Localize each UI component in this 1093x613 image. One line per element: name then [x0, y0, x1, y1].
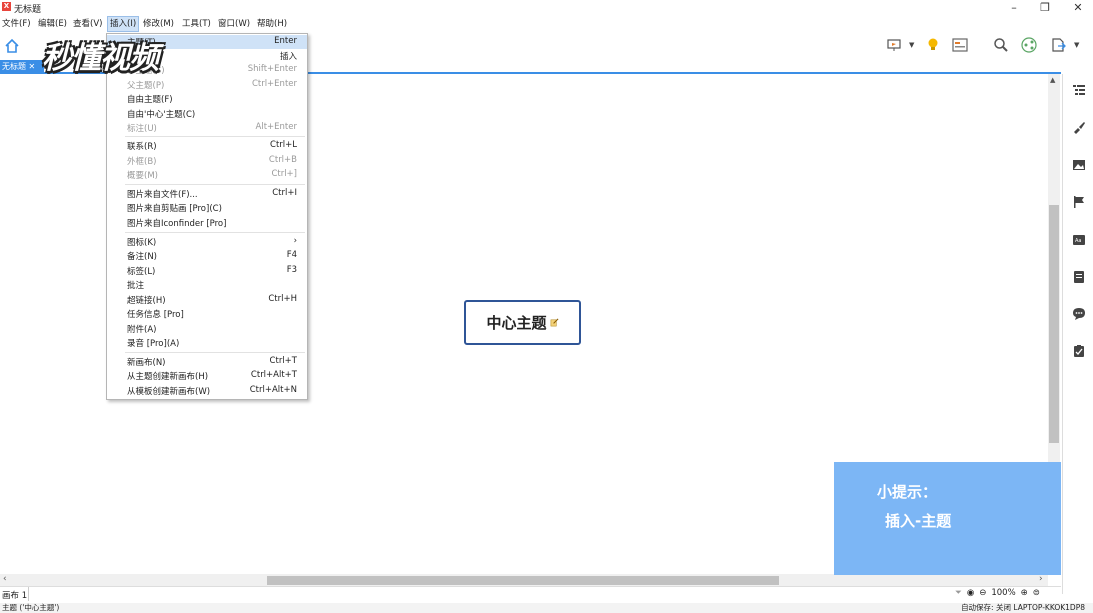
edit-note-icon[interactable]: [550, 318, 559, 327]
menu-view[interactable]: 查看(V): [71, 17, 104, 31]
menu-item-comments[interactable]: 批注: [107, 278, 307, 292]
sheet-tab[interactable]: 画布 1: [2, 589, 27, 601]
bottom-bar: [0, 586, 1061, 604]
central-topic[interactable]: 中心主题: [464, 300, 581, 345]
menu-item-attachment[interactable]: 附件(A): [107, 322, 307, 336]
comment-icon[interactable]: [1072, 307, 1086, 321]
menu-item-relationship[interactable]: 联系(R) Ctrl+L: [107, 139, 307, 153]
menu-window[interactable]: 窗口(W): [216, 17, 252, 31]
menu-item-image-clipart[interactable]: 图片来自剪贴画 [Pro](C): [107, 201, 307, 215]
menu-item-hyperlink[interactable]: 超链接(H) Ctrl+H: [107, 293, 307, 307]
restore-button[interactable]: ❐: [1028, 0, 1062, 16]
sheet-divider: [28, 587, 29, 601]
scroll-right-arrow-icon[interactable]: ›: [1039, 574, 1043, 584]
menu-item-boundary[interactable]: 外框(B) Ctrl+B: [107, 154, 307, 168]
central-topic-label: 中心主题: [486, 314, 547, 332]
menu-item-floating-central-topic[interactable]: 自由'中心'主题(C): [107, 107, 307, 121]
close-button[interactable]: ✕: [1061, 0, 1093, 16]
menu-item-image-from-file[interactable]: 图片来自文件(F)... Ctrl+I: [107, 187, 307, 201]
flag-icon[interactable]: [1072, 195, 1086, 209]
insert-dropdown-menu: 主题(T) Enter 插入 子主题(S) Shift+Enter 父主题(P) Ct…: [106, 33, 308, 400]
image-icon[interactable]: [1072, 158, 1086, 172]
menu-item-summary[interactable]: 概要(M) Ctrl+]: [107, 168, 307, 182]
svg-text:Aa: Aa: [1075, 238, 1081, 244]
menu-item-parent-topic[interactable]: 父主题(P) Ctrl+Enter: [107, 78, 307, 92]
status-right: 自动保存: 关闭 LAPTOP-KKOK1DP8: [961, 603, 1085, 612]
tip-title: 小提示：: [877, 483, 938, 501]
menu-insert[interactable]: 插入(I): [107, 16, 140, 32]
search-icon[interactable]: [993, 37, 1009, 53]
notes-icon[interactable]: [1072, 270, 1086, 284]
zoom-in-button[interactable]: ⊕: [1021, 588, 1028, 598]
menu-tools[interactable]: 工具(T): [180, 17, 213, 31]
scroll-left-arrow-icon[interactable]: ‹: [3, 574, 7, 584]
menu-item-sheet-from-topic[interactable]: 从主题创建新画布(H) Ctrl+Alt+T: [107, 369, 307, 383]
zoom-out-button[interactable]: ⊖: [979, 588, 986, 598]
menu-edit[interactable]: 编辑(E): [36, 17, 69, 31]
tab-close-icon[interactable]: ✕: [29, 62, 36, 71]
tip-body: 插入-主题: [885, 512, 952, 530]
vertical-scroll-thumb[interactable]: [1049, 205, 1059, 443]
menu-separator: [125, 232, 305, 233]
style-icon[interactable]: Aa: [1072, 233, 1086, 247]
menu-item-callout[interactable]: 标注(U) Alt+Enter: [107, 121, 307, 135]
export-chevron-icon[interactable]: ▼: [1074, 41, 1079, 49]
status-left: 主题 ('中心主题'): [2, 603, 60, 612]
filter-icon[interactable]: ⏷: [955, 588, 962, 598]
eye-icon[interactable]: ◉: [967, 588, 974, 598]
zoom-controls: ⏷ ◉ ⊖ 100% ⊕ ⊜: [955, 588, 1040, 598]
title-bar: [0, 0, 1093, 16]
menu-separator: [125, 184, 305, 185]
menu-item-labels[interactable]: 标签(L) F3: [107, 264, 307, 278]
outline-view-icon[interactable]: [952, 37, 968, 53]
menu-item-audio[interactable]: 录音 [Pro](A): [107, 336, 307, 350]
menu-item-floating-topic[interactable]: 自由主题(F): [107, 92, 307, 106]
home-icon[interactable]: [4, 38, 20, 54]
export-icon[interactable]: [1050, 37, 1066, 53]
app-logo-icon: X: [2, 2, 11, 11]
window-title: 无标题: [14, 5, 42, 15]
menu-separator: [125, 136, 305, 137]
task-icon[interactable]: [1072, 344, 1086, 358]
presentation-icon[interactable]: [886, 37, 902, 53]
status-bar: 主题 ('中心主题') 自动保存: 关闭 LAPTOP-KKOK1DP8: [0, 603, 1093, 613]
fit-icon[interactable]: ⊜: [1033, 588, 1040, 598]
dropdown-chevron-icon[interactable]: ▼: [909, 41, 914, 49]
menu-item-sheet-from-template[interactable]: 从模板创建新画布(W) Ctrl+Alt+N: [107, 384, 307, 398]
right-sidebar: [1062, 74, 1093, 594]
menu-help[interactable]: 帮助(H): [255, 17, 289, 31]
idea-bulb-icon[interactable]: [925, 37, 941, 53]
zoom-level: 100%: [991, 588, 1016, 598]
menu-item-task-info[interactable]: 任务信息 [Pro]: [107, 307, 307, 321]
format-brush-icon[interactable]: [1072, 120, 1086, 134]
menu-item-new-sheet[interactable]: 新画布(N) Ctrl+T: [107, 355, 307, 369]
horizontal-scroll-thumb[interactable]: [267, 576, 779, 585]
menu-item-icon[interactable]: 图标(K) ›: [107, 235, 307, 249]
menu-separator: [125, 352, 305, 353]
menu-item-image-iconfinder[interactable]: 图片来自Iconfinder [Pro]: [107, 216, 307, 230]
share-icon[interactable]: [1021, 37, 1037, 53]
minimize-button[interactable]: –: [997, 0, 1031, 16]
outliner-icon[interactable]: [1072, 83, 1086, 97]
video-watermark-logo: 秒懂视频: [42, 41, 159, 76]
menu-file[interactable]: 文件(F): [0, 17, 33, 31]
tab-label: 无标题: [2, 62, 26, 71]
menu-item-notes[interactable]: 备注(N) F4: [107, 249, 307, 263]
scroll-up-arrow-icon[interactable]: ▲: [1050, 76, 1055, 84]
menu-modify[interactable]: 修改(M): [141, 17, 176, 31]
